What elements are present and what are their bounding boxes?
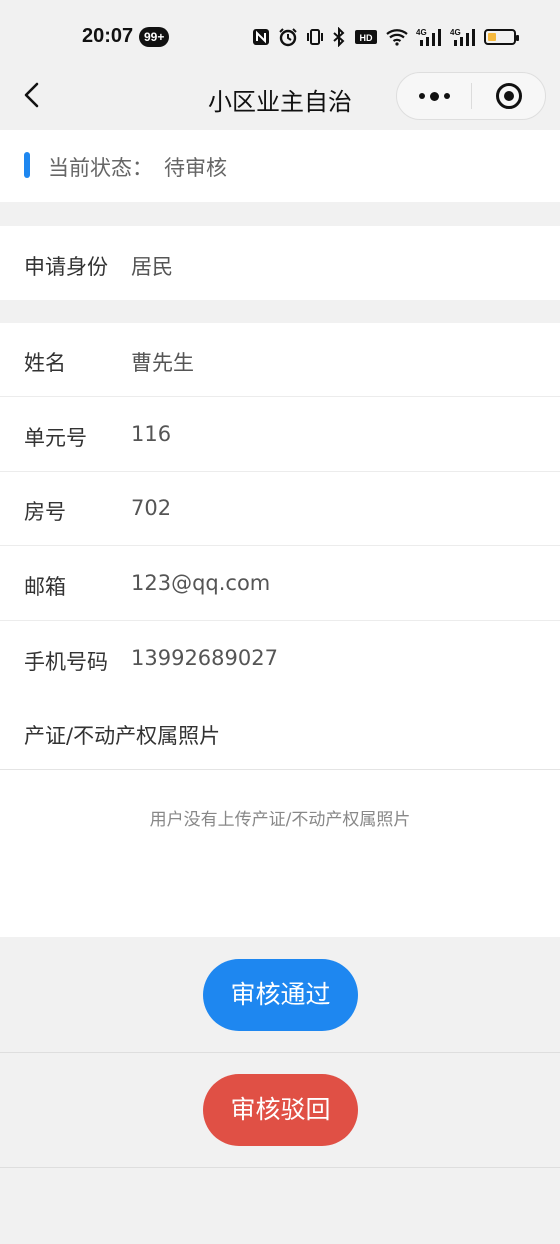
reject-button[interactable]: 审核驳回 [203,1074,358,1146]
wifi-icon [386,25,408,49]
signal-4g-icon: 4G [416,25,442,49]
status-value: 待审核 [164,156,227,180]
field-row-name: 姓名 曹先生 [0,323,560,397]
more-dots-icon [418,93,425,99]
approve-button[interactable]: 审核通过 [203,959,358,1031]
field-label: 邮箱 [24,575,66,599]
field-label: 房号 [24,500,66,524]
nfc-icon [252,25,270,49]
field-value: 123@qq.com [131,571,271,595]
status-icons: HD 4G 4G [252,24,519,50]
field-label: 手机号码 [24,650,108,674]
field-value: 116 [131,422,172,446]
field-label: 单元号 [24,426,87,450]
battery-icon [484,25,519,49]
identity-section: 申请身份 居民 [0,226,560,300]
alarm-icon [278,25,298,49]
field-label: 姓名 [24,351,66,375]
status-time: 20:07 [82,25,134,47]
field-value: 曹先生 [131,351,194,375]
close-miniprogram-button[interactable] [472,73,545,119]
field-value: 13992689027 [131,646,278,670]
field-value: 702 [131,496,172,520]
field-row-phone: 手机号码 13992689027 [0,622,560,696]
miniprogram-capsule [396,72,546,120]
status-section: 当前状态： 待审核 [0,130,560,202]
net-label-1: 4G [416,28,427,37]
vibrate-icon [306,25,324,49]
owner-info-section: 姓名 曹先生 单元号 116 房号 702 邮箱 123@qq.com 手机号码… [0,323,560,937]
reject-area: 审核驳回 [0,1053,560,1168]
field-row-email: 邮箱 123@qq.com [0,547,560,621]
target-icon [495,83,522,109]
photo-empty-text: 用户没有上传产证/不动产权属照片 [149,810,411,830]
nav-bar: 小区业主自治 [0,70,560,128]
photo-label: 产证/不动产权属照片 [24,724,221,748]
field-row-unit: 单元号 116 [0,398,560,472]
photo-row: 产证/不动产权属照片 [0,696,560,770]
status-label: 当前状态： [48,156,153,180]
identity-value: 居民 [131,255,173,279]
hd-icon: HD [354,25,378,49]
hd-label: HD [360,33,373,43]
more-dots-icon-center [429,91,439,101]
signal-4g-icon: 4G [450,25,476,49]
approve-area: 审核通过 [0,938,560,1053]
status-bar: 20:07 99+ HD 4G 4G [0,0,560,70]
bluetooth-icon [332,25,346,49]
identity-label: 申请身份 [24,255,108,279]
more-dots-icon-right [443,93,450,99]
notification-badge: 99+ [139,27,170,47]
more-button[interactable] [397,73,471,119]
field-row-room: 房号 702 [0,472,560,546]
accent-bar [24,152,30,178]
net-label-2: 4G [450,28,461,37]
